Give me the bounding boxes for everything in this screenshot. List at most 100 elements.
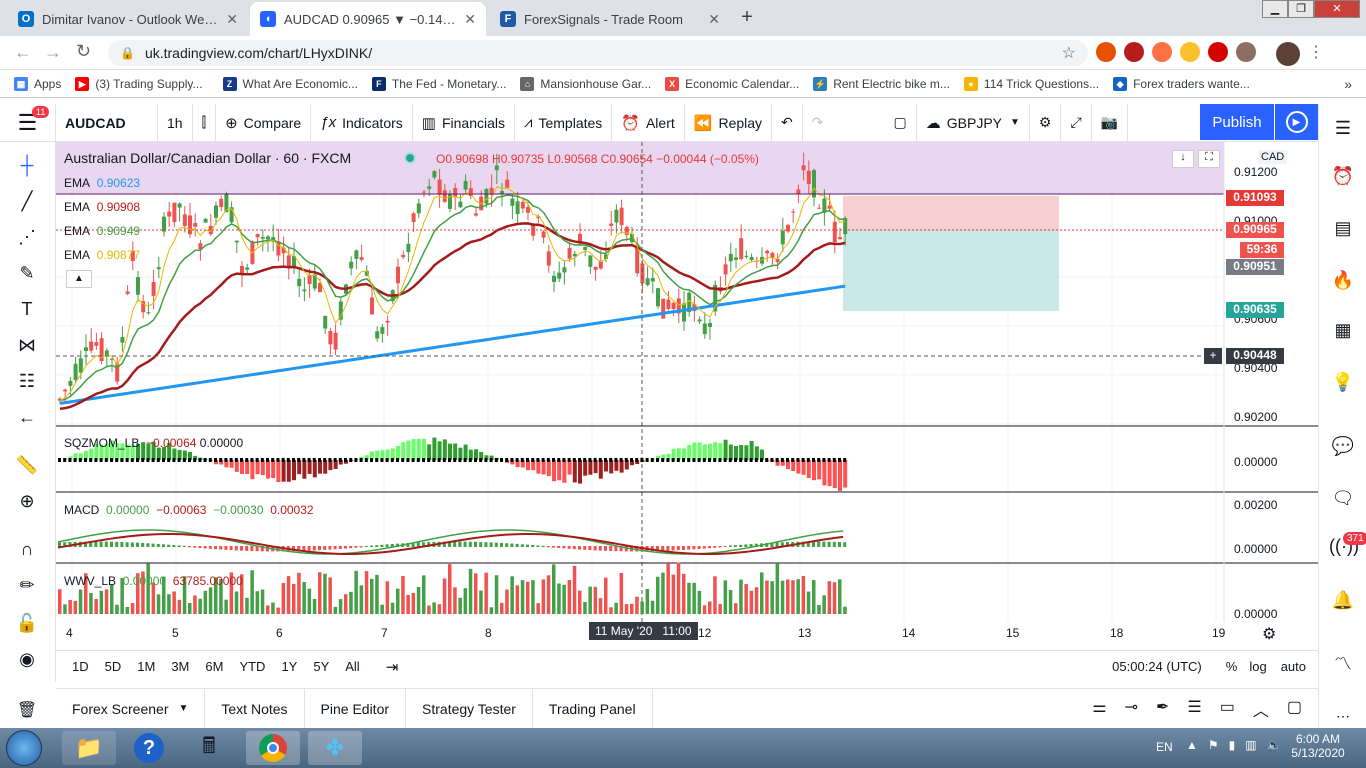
- chevron-up-icon[interactable]: ︿: [1253, 697, 1269, 721]
- tab-tradingview[interactable]: ◖ AUDCAD 0.90965 ▼ −0.14% GBP ✕: [250, 2, 486, 36]
- window-icon[interactable]: ▢: [1287, 697, 1302, 721]
- app-icon[interactable]: ✤: [308, 731, 362, 765]
- tab-outlook[interactable]: O Dimitar Ivanov - Outlook Web Ap ✕: [8, 2, 248, 36]
- close-icon[interactable]: ✕: [464, 11, 476, 28]
- bookmark[interactable]: Z What Are Economic...: [222, 76, 358, 91]
- start-button[interactable]: [6, 730, 42, 766]
- range-1d[interactable]: 1D: [72, 659, 89, 674]
- ideas-icon[interactable]: 💡: [1329, 368, 1357, 396]
- volume-icon[interactable]: 🔈: [1267, 738, 1282, 752]
- ema-legend[interactable]: EMA 0.90623: [64, 176, 140, 190]
- bookmark[interactable]: ▦ Apps: [14, 76, 61, 91]
- settings-button[interactable]: ⚙: [1030, 103, 1062, 142]
- chevron-up-icon[interactable]: ▲: [1186, 738, 1198, 752]
- bookmark[interactable]: ● 114 Trick Questions...: [963, 76, 1099, 91]
- stream-button[interactable]: ▶: [1275, 104, 1318, 140]
- trash-icon[interactable]: 🗑: [12, 700, 42, 724]
- maximize-button[interactable]: ❐: [1288, 0, 1314, 18]
- auto-toggle[interactable]: auto: [1281, 659, 1306, 674]
- volume-legend[interactable]: WWV_LB 0.00000 63785.00000: [64, 574, 243, 588]
- gear-icon[interactable]: ⚙: [1262, 624, 1276, 644]
- alarm-clock-icon[interactable]: ⏰: [1329, 162, 1357, 190]
- hotlist-icon[interactable]: 🔥: [1329, 266, 1357, 294]
- calculator-icon[interactable]: 🖩: [182, 731, 236, 765]
- flag-icon[interactable]: ⚑: [1208, 738, 1219, 752]
- prediction-icon[interactable]: ☷: [12, 366, 42, 396]
- percent-toggle[interactable]: %: [1226, 659, 1238, 674]
- avatar[interactable]: [1276, 42, 1300, 66]
- layout-button[interactable]: ☁ GBPJPY ▼: [917, 103, 1030, 142]
- horizontal-line-icon[interactable]: ⊸: [1125, 697, 1138, 721]
- star-icon[interactable]: ☆: [1062, 43, 1076, 63]
- symbol-search[interactable]: AUDCAD: [56, 103, 158, 142]
- forward-icon[interactable]: →: [44, 42, 62, 63]
- more-bookmarks-icon[interactable]: »: [1344, 76, 1352, 92]
- network-icon[interactable]: ▥: [1245, 738, 1256, 752]
- language-indicator[interactable]: EN: [1156, 740, 1173, 754]
- redo-button[interactable]: ↷: [803, 104, 833, 142]
- chart-canvas[interactable]: 0.912000.910000.908000.906000.904000.902…: [56, 142, 1318, 650]
- templates-button[interactable]: ⩘ Templates: [515, 103, 613, 142]
- pencil-lock-icon[interactable]: ✏: [12, 570, 42, 600]
- utc-clock[interactable]: 05:00:24 (UTC): [1112, 659, 1202, 674]
- bookmark[interactable]: X Economic Calendar...: [665, 76, 799, 91]
- range-1m[interactable]: 1M: [137, 659, 155, 674]
- close-icon[interactable]: ✕: [708, 11, 720, 28]
- range-3m[interactable]: 3M: [171, 659, 189, 674]
- pitchfork-icon[interactable]: ⋰: [12, 222, 42, 252]
- ema-legend[interactable]: EMA 0.90877: [64, 248, 140, 262]
- interval-button[interactable]: 1h: [158, 103, 193, 142]
- extension-icon[interactable]: [1180, 42, 1200, 62]
- goto-date-icon[interactable]: ⇥: [386, 658, 399, 676]
- clock[interactable]: 6:00 AM 5/13/2020: [1288, 732, 1348, 760]
- magnet-icon[interactable]: ∩: [12, 534, 42, 564]
- tab-forex-screener[interactable]: Forex Screener ▼: [56, 688, 206, 729]
- publish-button[interactable]: Publish: [1200, 104, 1274, 140]
- reload-icon[interactable]: ↻: [76, 41, 91, 62]
- maximize-pane-icon[interactable]: ⛶: [1198, 150, 1220, 168]
- chart-type-button[interactable]: ⫿: [193, 103, 217, 142]
- rectangle-icon[interactable]: ▭: [1220, 697, 1235, 721]
- messages-icon[interactable]: 🗨: [1329, 484, 1357, 512]
- chat-icon[interactable]: 💬: [1329, 432, 1357, 460]
- bookmark[interactable]: ◆ Forex traders wante...: [1113, 76, 1250, 91]
- extension-icon[interactable]: [1236, 42, 1256, 62]
- pattern-icon[interactable]: ⋈: [12, 330, 42, 360]
- ellipsis-icon[interactable]: ⋯: [1329, 702, 1357, 730]
- range-all[interactable]: All: [345, 659, 359, 674]
- sqz-legend[interactable]: SQZMOM_LB −0.00064 0.00000: [64, 436, 243, 450]
- sliders-icon[interactable]: ⚌: [1092, 697, 1106, 721]
- calendar-icon[interactable]: ▦: [1329, 316, 1357, 344]
- chrome-icon[interactable]: [246, 731, 300, 765]
- url-input[interactable]: 🔒 uk.tradingview.com/chart/LHyxDINK/ ☆: [108, 40, 1088, 66]
- tab-strategy-tester[interactable]: Strategy Tester: [406, 688, 533, 729]
- financials-button[interactable]: ▥ Financials: [413, 103, 515, 142]
- range-5y[interactable]: 5Y: [313, 659, 329, 674]
- extension-icon[interactable]: [1124, 42, 1144, 62]
- unlock-icon[interactable]: 🔓: [12, 608, 42, 638]
- macd-legend[interactable]: MACD 0.00000 −0.00063 −0.00030 0.00032: [64, 503, 314, 517]
- close-window-button[interactable]: ✕: [1314, 0, 1360, 18]
- data-window-icon[interactable]: ▤: [1329, 214, 1357, 242]
- tab-forexsignals[interactable]: F ForexSignals - Trade Room ✕: [490, 2, 730, 36]
- extension-icon[interactable]: [1096, 42, 1116, 62]
- bookmark[interactable]: ▶ (3) Trading Supply...: [75, 76, 203, 91]
- battery-icon[interactable]: ▮: [1229, 738, 1236, 752]
- range-ytd[interactable]: YTD: [239, 659, 265, 674]
- explorer-icon[interactable]: 📁: [62, 731, 116, 765]
- fib-icon[interactable]: ☰: [1187, 697, 1201, 721]
- ruler-icon[interactable]: 📏: [12, 450, 42, 480]
- zoom-in-icon[interactable]: ⊕: [12, 486, 42, 516]
- trendline-icon[interactable]: ╱: [12, 186, 42, 216]
- help-icon[interactable]: ?: [122, 731, 176, 765]
- undo-button[interactable]: ↶: [772, 103, 803, 142]
- hamburger-menu-button[interactable]: ☰ 11: [0, 103, 56, 142]
- tab-pine-editor[interactable]: Pine Editor: [305, 688, 407, 729]
- bell-icon[interactable]: 🔔: [1329, 586, 1357, 614]
- tab-trading-panel[interactable]: Trading Panel: [533, 688, 653, 729]
- scroll-down-icon[interactable]: ↓: [1172, 150, 1194, 168]
- fullscreen-layout-button[interactable]: ▢: [885, 103, 917, 142]
- back-icon[interactable]: ←: [14, 42, 32, 63]
- minimize-button[interactable]: ▁: [1262, 0, 1288, 18]
- close-icon[interactable]: ✕: [226, 11, 238, 28]
